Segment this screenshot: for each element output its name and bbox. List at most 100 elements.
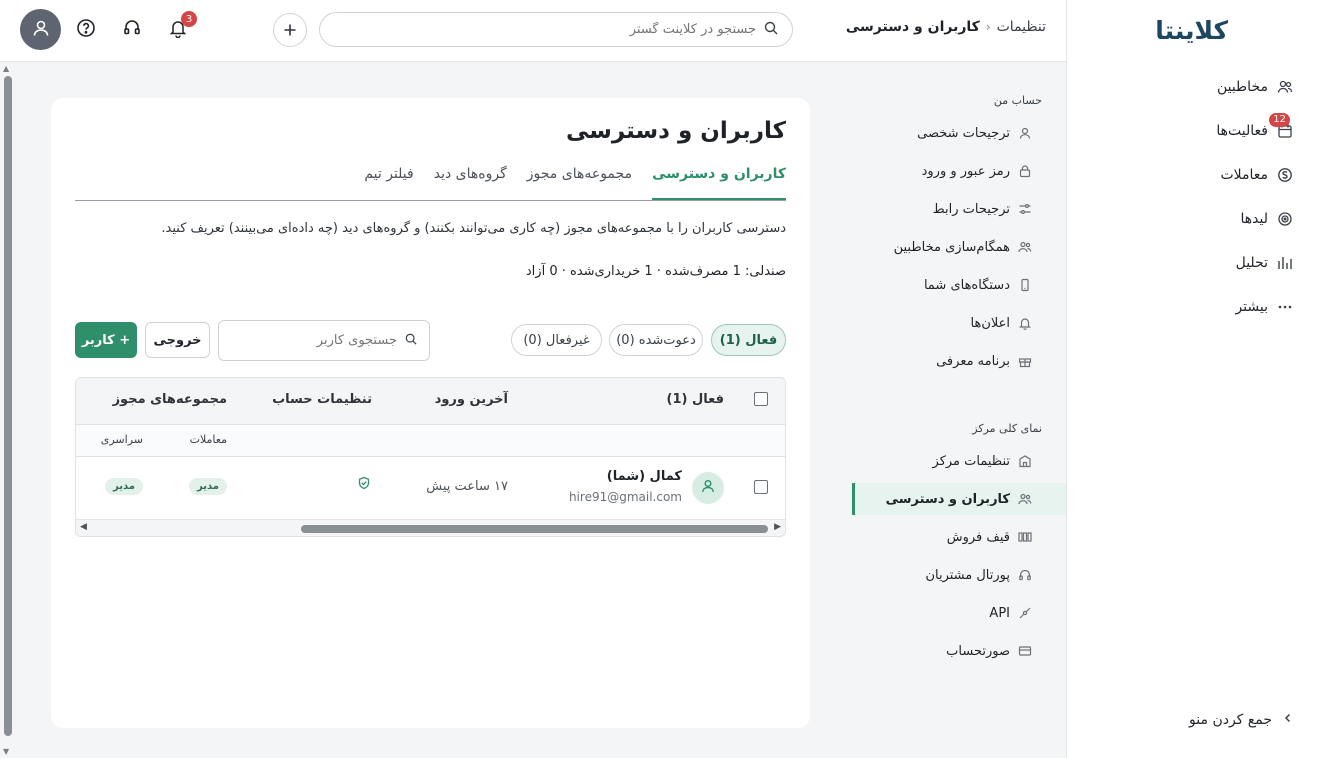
search-icon [764, 21, 778, 39]
header-last-login[interactable]: آخرین ورود [435, 392, 508, 407]
row-checkbox[interactable] [754, 480, 768, 494]
user-search-input[interactable] [227, 333, 397, 348]
notifications-badge: 3 [181, 11, 197, 27]
row-last-login: ۱۷ ساعت پیش [426, 479, 508, 494]
settings-item-devices[interactable]: دستگاه‌های شما [852, 269, 1066, 301]
lock-icon [1018, 164, 1032, 178]
headset-icon [122, 18, 142, 42]
table-header: فعال (1) آخرین ورود تنظیمات حساب مجموعه‌… [76, 378, 785, 425]
settings-item-center-settings[interactable]: تنظیمات مرکز [852, 445, 1066, 477]
settings-item-label: دستگاه‌های شما [923, 277, 1010, 293]
content-card: کاربران و دسترسی کاربران و دسترسی مجموعه… [51, 98, 810, 728]
export-button[interactable]: خروجی [145, 322, 210, 358]
settings-item-api[interactable]: API [852, 597, 1066, 629]
user-icon [1018, 126, 1032, 140]
nav-label: بیشتر [1235, 299, 1268, 315]
users-table: فعال (1) آخرین ورود تنظیمات حساب مجموعه‌… [75, 377, 786, 537]
row-user-avatar [692, 472, 724, 504]
settings-item-users-access[interactable]: کاربران و دسترسی [852, 483, 1066, 515]
target-icon [1276, 210, 1294, 228]
subheader-global: سراسری [100, 433, 143, 446]
seats-summary: صندلی: 1 مصرف‌شده · 1 خریداری‌شده · 0 آز… [525, 264, 786, 279]
contacts-icon [1276, 78, 1294, 96]
notifications-button[interactable]: 3 [165, 11, 197, 43]
help-icon [76, 18, 96, 42]
settings-item-label: ترجیحات شخصی [917, 125, 1010, 141]
tab-permission-sets[interactable]: مجموعه‌های مجوز [527, 164, 632, 200]
nav-label: فعالیت‌ها [1216, 123, 1268, 139]
settings-item-label: صورتحساب [946, 643, 1010, 659]
settings-item-contact-sync[interactable]: همگام‌سازی مخاطبین [852, 231, 1066, 263]
row-user-email: hire91@gmail.com [568, 490, 682, 504]
collapse-menu-label: جمع کردن منو [1189, 712, 1272, 728]
calendar-icon: 12 [1269, 113, 1294, 140]
settings-item-customer-portal[interactable]: پورتال مشتریان [852, 559, 1066, 591]
row-global-role: مدیر [105, 478, 143, 495]
nav-item-more[interactable]: بیشتر [1235, 295, 1294, 319]
table-subheader: معاملات سراسری [76, 425, 785, 457]
app-logo[interactable]: کلاینتا [1155, 16, 1229, 45]
nav-item-contacts[interactable]: مخاطبین [1217, 75, 1294, 99]
section-label-my-account: حساب من [993, 94, 1042, 107]
page-vertical-scrollbar[interactable]: ▲ ▼ [0, 62, 16, 758]
settings-item-pipeline[interactable]: قیف فروش [852, 521, 1066, 553]
scroll-left-arrow-icon[interactable]: ◀ [80, 522, 87, 532]
table-scroll-thumb[interactable] [301, 525, 768, 533]
chevron-left-icon [1282, 712, 1294, 728]
header-account-settings: تنظیمات حساب [272, 392, 372, 407]
users-icon [1018, 492, 1032, 506]
header-name[interactable]: فعال (1) [667, 392, 724, 407]
sliders-icon [1018, 202, 1032, 216]
settings-item-interface-preferences[interactable]: ترجیحات رابط [852, 193, 1066, 225]
breadcrumb-current: کاربران و دسترسی [845, 19, 980, 35]
bell-icon [1018, 316, 1032, 330]
table-horizontal-scrollbar[interactable]: ◀ ▶ [76, 519, 785, 536]
settings-item-personal-preferences[interactable]: ترجیحات شخصی [852, 117, 1066, 149]
scroll-right-arrow-icon[interactable]: ▶ [774, 522, 781, 532]
activities-badge: 12 [1269, 113, 1290, 127]
row-user-name[interactable]: کمال (شما) [607, 469, 682, 484]
tab-users-access[interactable]: کاربران و دسترسی [652, 164, 786, 200]
subheader-deals: معاملات [189, 433, 227, 446]
settings-item-billing[interactable]: صورتحساب [852, 635, 1066, 667]
nav-item-deals[interactable]: معاملات [1220, 163, 1294, 187]
building-icon [1018, 454, 1032, 468]
collapse-menu-button[interactable]: جمع کردن منو [1189, 712, 1294, 728]
filter-active[interactable]: فعال (1) [711, 324, 786, 356]
settings-item-notifications[interactable]: اعلان‌ها [852, 307, 1066, 339]
nav-label: لیدها [1240, 211, 1269, 227]
scroll-up-arrow-icon[interactable]: ▲ [3, 64, 9, 73]
tab-team-filter[interactable]: فیلتر تیم [364, 164, 413, 200]
top-header: تنظیمات ‹ کاربران و دسترسی 3 [0, 0, 1066, 62]
settings-item-referral[interactable]: برنامه معرفی [852, 345, 1066, 377]
select-all-checkbox[interactable] [754, 392, 768, 406]
table-row[interactable]: کمال (شما) hire91@gmail.com ۱۷ ساعت پیش … [76, 457, 785, 520]
scroll-down-arrow-icon[interactable]: ▼ [3, 747, 9, 756]
search-icon [405, 333, 417, 349]
add-button[interactable] [273, 13, 307, 47]
settings-item-label: همگام‌سازی مخاطبین [893, 239, 1010, 255]
page-scroll-thumb[interactable] [4, 76, 12, 736]
settings-sidebar: حساب من ترجیحات شخصی رمز عبور و ورود ترج… [840, 62, 1066, 758]
header-permission-sets: مجموعه‌های مجوز [112, 392, 227, 407]
global-search[interactable] [319, 12, 793, 47]
nav-item-analytics[interactable]: تحلیل [1236, 251, 1294, 275]
nav-item-leads[interactable]: لیدها [1241, 207, 1295, 231]
global-search-input[interactable] [376, 22, 756, 37]
tab-visibility-groups[interactable]: گروه‌های دید [434, 164, 507, 200]
nav-item-activities[interactable]: 12 فعالیت‌ها [1216, 113, 1294, 143]
help-button[interactable] [73, 17, 99, 43]
filter-invited[interactable]: دعوت‌شده (0) [609, 324, 703, 356]
support-button[interactable] [119, 17, 145, 43]
settings-item-label: اعلان‌ها [970, 315, 1011, 331]
add-user-button[interactable]: + کاربر [75, 322, 137, 358]
breadcrumb-parent[interactable]: تنظیمات [997, 19, 1046, 35]
nav-label: تحلیل [1235, 255, 1268, 271]
filter-inactive[interactable]: غیرفعال (0) [511, 324, 602, 356]
chart-icon [1276, 254, 1294, 272]
user-search[interactable] [218, 320, 430, 361]
settings-item-label: قیف فروش [946, 529, 1010, 545]
user-avatar[interactable] [20, 9, 61, 50]
nav-label: معاملات [1220, 167, 1268, 183]
settings-item-password[interactable]: رمز عبور و ورود [852, 155, 1066, 187]
